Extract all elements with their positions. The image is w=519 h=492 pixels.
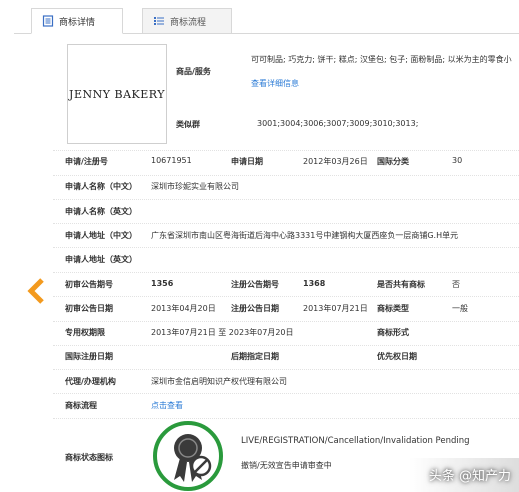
source-watermark: 头条 @知产力 (428, 469, 511, 484)
tm-type-value: 一般 (452, 304, 468, 313)
tm-type-label: 商标类型 (377, 304, 409, 313)
applicant-cn-label: 申请人名称（中文） (65, 182, 137, 191)
trademark-logo: JENNY BAKERY (67, 44, 167, 144)
intl-class-value: 30 (452, 156, 463, 165)
reg-no-value: 10671951 (151, 156, 192, 165)
row-divider (53, 175, 519, 176)
tab-trademark-flow[interactable]: 商标流程 (142, 8, 232, 34)
intl-class-label: 国际分类 (377, 157, 409, 166)
reg-pub-date-value: 2013年07月21日 (303, 304, 368, 313)
list-icon (153, 15, 165, 27)
similar-group-value: 3001;3004;3006;3007;3009;3010;3013; (257, 119, 419, 128)
row-divider (53, 150, 519, 151)
applicant-en-label: 申请人名称（英文） (65, 207, 137, 216)
exclusive-term-value: 2013年07月21日 至 2023年07月20日 (151, 328, 294, 337)
view-details-link[interactable]: 查看详细信息 (251, 78, 299, 89)
row-divider (53, 321, 519, 322)
status-cn-text: 撤销/无效宣告申请审查中 (241, 461, 332, 470)
row-divider (53, 247, 519, 248)
prelim-date-label: 初审公告日期 (65, 304, 113, 313)
agent-label: 代理/办理机构 (65, 377, 116, 386)
exclusive-term-label: 专用权期限 (65, 328, 105, 337)
apply-date-value: 2012年03月26日 (303, 157, 368, 166)
similar-group-label: 类似群 (176, 120, 200, 129)
address-en-label: 申请人地址（英文） (65, 255, 137, 264)
logo-text: JENNY BAKERY (69, 87, 165, 101)
tm-form-label: 商标形式 (377, 328, 409, 337)
award-prohibited-icon (152, 420, 224, 492)
tab-trademark-flow-label: 商标流程 (170, 17, 207, 28)
flow-label: 商标流程 (65, 401, 97, 410)
later-date-label: 后期指定日期 (231, 352, 279, 361)
agent-value: 深圳市金信启明知识产权代理有限公司 (151, 377, 287, 386)
row-divider (53, 296, 519, 297)
row-divider (53, 369, 519, 370)
view-flow-link[interactable]: 点击查看 (151, 400, 183, 411)
shared-tm-label: 是否共有商标 (377, 280, 425, 289)
status-icon-label: 商标状态图标 (65, 453, 113, 462)
prelim-no-value: 1356 (151, 279, 174, 288)
shared-tm-value: 否 (452, 280, 460, 289)
status-en-text: LIVE/REGISTRATION/Cancellation/Invalidat… (241, 436, 470, 446)
document-icon (42, 15, 54, 27)
prelim-no-label: 初审公告期号 (65, 280, 113, 289)
reg-pub-date-label: 注册公告日期 (231, 304, 279, 313)
tab-trademark-detail[interactable]: 商标详情 (31, 8, 123, 34)
goods-services-value: 可可制品; 巧克力; 饼干; 糕点; 汉堡包; 包子; 面粉制品; 以米为主的零… (251, 55, 512, 64)
address-cn-label: 申请人地址（中文） (65, 231, 137, 240)
address-cn-value: 广东省深圳市南山区粤海街道后海中心路3331号中建钢构大厦西座负一层商铺G.H单… (151, 231, 459, 240)
row-divider (53, 223, 519, 224)
priority-date-label: 优先权日期 (377, 352, 417, 361)
trademark-detail-panel: JENNY BAKERY 商品/服务 可可制品; 巧克力; 饼干; 糕点; 汉堡… (53, 34, 519, 492)
intl-reg-date-label: 国际注册日期 (65, 352, 113, 361)
reg-pub-no-value: 1368 (303, 279, 326, 288)
prelim-date-value: 2013年04月20日 (151, 304, 216, 313)
row-divider (53, 199, 519, 200)
row-divider (53, 418, 519, 419)
tab-trademark-detail-label: 商标详情 (59, 17, 96, 28)
apply-date-label: 申请日期 (231, 157, 263, 166)
row-divider (53, 272, 519, 273)
row-divider (53, 345, 519, 346)
reg-pub-no-label: 注册公告期号 (231, 280, 279, 289)
applicant-cn-value: 深圳市珍妮实业有限公司 (151, 182, 239, 191)
reg-no-label: 申请/注册号 (65, 157, 108, 166)
row-divider (53, 393, 519, 394)
goods-services-label: 商品/服务 (176, 67, 211, 76)
tab-bar: 商标详情 商标流程 (0, 0, 519, 34)
